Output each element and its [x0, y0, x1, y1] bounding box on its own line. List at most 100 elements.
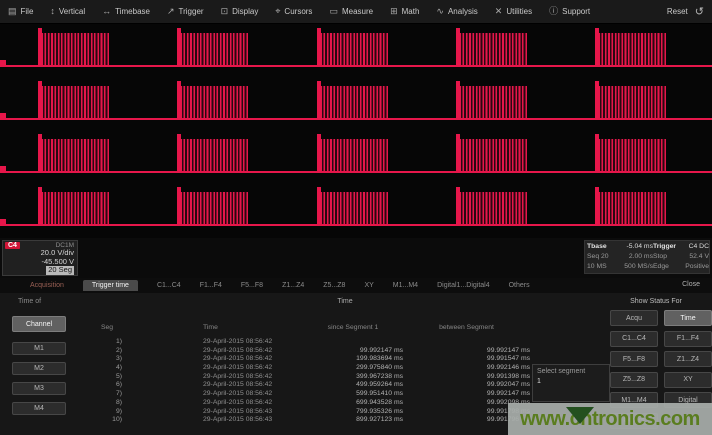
- menu-timebase[interactable]: ↔ Timebase: [102, 7, 150, 16]
- cell-time: 29-April-2015 08:56:43: [203, 416, 303, 425]
- cell-seg: 4): [92, 364, 122, 373]
- waveform-burst: [317, 192, 388, 224]
- waveform-burst: [38, 33, 109, 65]
- trigger-label: Trigger: [653, 242, 680, 252]
- channel-offset-marker: [0, 166, 6, 171]
- trigger-icon: ↗: [167, 7, 175, 16]
- cell-since-segment-1: 599.951410 ms: [303, 390, 403, 399]
- table-row: 7)29-April-2015 08:56:42599.951410 ms99.…: [92, 390, 530, 399]
- menu-utilities[interactable]: ✕Utilities: [495, 7, 532, 16]
- waveform-burst: [38, 86, 109, 118]
- left-button-m4[interactable]: M4: [12, 402, 66, 415]
- show-status-for-label: Show Status For: [600, 298, 712, 305]
- select-segment-value[interactable]: 1: [537, 378, 605, 385]
- menu-cursors-label: Cursors: [284, 7, 312, 16]
- channel-descriptor-c4[interactable]: C4 DC1M 20.0 V/div -45.500 V 20 Seg: [2, 240, 78, 276]
- channel-segments: 20 Seg: [46, 266, 74, 275]
- table-header-row: Seg Time since Segment 1 between Segment: [92, 324, 530, 331]
- col-header-seg: Seg: [92, 324, 122, 331]
- menu-display[interactable]: ⊡Display: [221, 7, 259, 16]
- menu-display-label: Display: [232, 7, 258, 16]
- menu-measure[interactable]: ▭Measure: [329, 7, 373, 16]
- cell-time: 29-April-2015 08:56:42: [203, 364, 303, 373]
- cell-seg: 5): [92, 373, 122, 382]
- time-per-div: 2.00 ms: [618, 252, 653, 262]
- status-button-time[interactable]: Time: [664, 310, 712, 326]
- undo-icon[interactable]: ↺: [695, 5, 704, 18]
- tab-c1-c4[interactable]: C1...C4: [157, 282, 181, 289]
- tab-z5-z8[interactable]: Z5...Z8: [323, 282, 345, 289]
- menu-file[interactable]: ▤File: [8, 7, 33, 16]
- status-button-z1-z4[interactable]: Z1...Z4: [664, 351, 712, 367]
- cell-time: 29-April-2015 08:56:43: [203, 408, 303, 417]
- watermark-text: www.cntronics.com: [520, 408, 700, 431]
- seq-count: Seq 20: [587, 252, 618, 262]
- waveform-display[interactable]: [0, 24, 712, 238]
- table-row: 6)29-April-2015 08:56:42499.959264 ms99.…: [92, 381, 530, 390]
- cell-seg: 1): [92, 338, 122, 347]
- timebase-trigger-descriptor[interactable]: Tbase -5.04 ms Trigger C4 DC Seq 20 2.00…: [584, 240, 710, 274]
- cell-time: 29-April-2015 08:56:42: [203, 355, 303, 364]
- status-button-f1-f4[interactable]: F1...F4: [664, 331, 712, 347]
- cell-seg: 7): [92, 390, 122, 399]
- status-button-xy[interactable]: XY: [664, 372, 712, 388]
- menu-trigger-label: Trigger: [179, 7, 204, 16]
- menu-math-label: Math: [402, 7, 420, 16]
- menu-math[interactable]: ⊞ Math: [390, 7, 419, 16]
- timebase-icon: ↔: [102, 7, 111, 16]
- tab-f5-f8[interactable]: F5...F8: [241, 282, 263, 289]
- waveform-burst: [456, 192, 527, 224]
- table-row: 5)29-April-2015 08:56:42399.967238 ms99.…: [92, 373, 530, 382]
- trace-baseline: [0, 65, 712, 67]
- channel-badge: C4: [5, 242, 20, 249]
- dialog-tab-bar: Acquisition Trigger time C1...C4 F1...F4 F5.…: [0, 278, 712, 293]
- math-icon: ⊞: [390, 7, 398, 16]
- menu-cursors[interactable]: ⌖Cursors: [275, 7, 312, 16]
- menu-vertical[interactable]: ↕Vertical: [50, 7, 85, 16]
- menu-bar: ▤File ↕Vertical ↔ Timebase ↗ Trigger ⊡Display ⌖…: [0, 0, 712, 24]
- menu-trigger[interactable]: ↗ Trigger: [167, 7, 204, 16]
- tab-acquisition[interactable]: Acquisition: [30, 282, 64, 289]
- watermark: www.cntronics.com: [508, 403, 712, 435]
- tab-z1-z4[interactable]: Z1...Z4: [282, 282, 304, 289]
- reset-button[interactable]: Reset: [667, 7, 688, 16]
- cell-between-segment: [403, 338, 530, 347]
- tab-f1-f4[interactable]: F1...F4: [200, 282, 222, 289]
- table-row: 1) 29-April-2015 08:56:42: [92, 338, 530, 347]
- tab-m1-m4[interactable]: M1...M4: [393, 282, 418, 289]
- tbase-label: Tbase: [587, 242, 618, 252]
- cell-since-segment-1: 99.992147 ms: [303, 347, 403, 356]
- tab-trigger-time[interactable]: Trigger time: [83, 280, 138, 291]
- waveform-burst: [456, 33, 527, 65]
- cell-between-segment: 99.992147 ms: [403, 390, 530, 399]
- left-button-channel[interactable]: Channel: [12, 316, 66, 332]
- trigger-slope: Positive: [680, 262, 709, 272]
- cell-seg: 6): [92, 381, 122, 390]
- close-button[interactable]: Close: [682, 281, 700, 288]
- status-button-z5-z8[interactable]: Z5...Z8: [610, 372, 658, 388]
- waveform-burst: [317, 139, 388, 171]
- tab-xy[interactable]: XY: [364, 282, 373, 289]
- analysis-icon: ∿: [436, 7, 444, 16]
- cell-time: 29-April-2015 08:56:42: [203, 338, 303, 347]
- measure-icon: ▭: [329, 7, 338, 16]
- status-button-c1-c4[interactable]: C1...C4: [610, 331, 658, 347]
- tab-others[interactable]: Others: [509, 282, 530, 289]
- menu-analysis[interactable]: ∿Analysis: [436, 7, 477, 16]
- left-button-m3[interactable]: M3: [12, 382, 66, 395]
- left-button-m2[interactable]: M2: [12, 362, 66, 375]
- waveform-burst: [177, 192, 248, 224]
- menu-timebase-label: Timebase: [115, 7, 150, 16]
- status-button-acqu[interactable]: Acqu: [610, 310, 658, 326]
- select-segment-box[interactable]: Select segment 1: [532, 364, 610, 402]
- file-icon: ▤: [8, 7, 17, 16]
- cell-since-segment-1: [303, 338, 403, 347]
- tab-digital1-digital4[interactable]: Digital1...Digital4: [437, 282, 490, 289]
- status-button-f5-f8[interactable]: F5...F8: [610, 351, 658, 367]
- utilities-icon: ✕: [495, 7, 503, 16]
- left-button-m1[interactable]: M1: [12, 342, 66, 355]
- col-header-between: between Segment: [403, 324, 530, 331]
- menu-support[interactable]: ⓘSupport: [549, 7, 590, 16]
- waveform-burst: [595, 139, 666, 171]
- waveform-burst: [595, 33, 666, 65]
